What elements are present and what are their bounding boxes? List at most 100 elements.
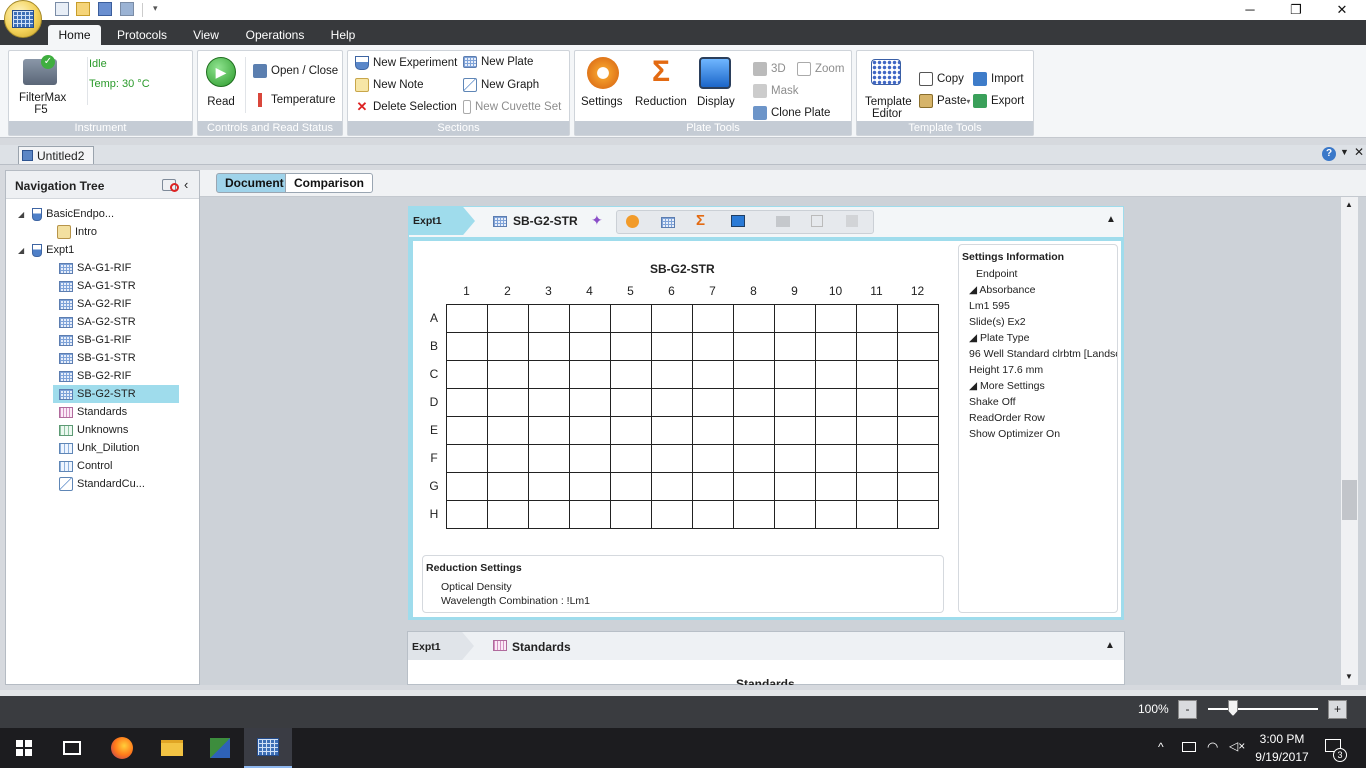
plate-well[interactable]: [528, 444, 570, 473]
wifi-icon[interactable]: ◠: [1207, 739, 1218, 755]
plate-well[interactable]: [774, 416, 816, 445]
mask-icon[interactable]: [776, 216, 790, 227]
plate-well[interactable]: [815, 472, 857, 501]
plate-well[interactable]: [528, 360, 570, 389]
plate-well[interactable]: [897, 416, 939, 445]
plate-well[interactable]: [815, 444, 857, 473]
plate-well[interactable]: [569, 444, 611, 473]
plate-well[interactable]: [569, 332, 611, 361]
plate-well[interactable]: [733, 472, 775, 501]
plate-well[interactable]: [733, 500, 775, 529]
plate-well[interactable]: [733, 444, 775, 473]
plate-well[interactable]: [774, 444, 816, 473]
plate-well[interactable]: [528, 416, 570, 445]
plate-well[interactable]: [528, 500, 570, 529]
display-monitor-icon[interactable]: [699, 57, 731, 89]
plate-well[interactable]: [446, 360, 488, 389]
plate-well[interactable]: [692, 472, 734, 501]
battery-icon[interactable]: [1182, 742, 1196, 752]
settings-button[interactable]: Settings: [581, 96, 623, 108]
plate-well[interactable]: [733, 416, 775, 445]
collapse-section-icon[interactable]: ▲: [1105, 640, 1115, 651]
vertical-scrollbar[interactable]: ▲ ▼: [1341, 197, 1358, 685]
tree-item[interactable]: ◢ BasicEndpo...: [6, 205, 199, 223]
open-close-button[interactable]: Open / Close: [253, 64, 338, 78]
plate-well[interactable]: [487, 304, 529, 333]
plate-well[interactable]: [610, 500, 652, 529]
plate-well[interactable]: [733, 332, 775, 361]
save-as-icon[interactable]: [120, 2, 134, 16]
plate-well[interactable]: [815, 500, 857, 529]
plate-well[interactable]: [815, 304, 857, 333]
plate-well[interactable]: [446, 388, 488, 417]
plate-well[interactable]: [528, 304, 570, 333]
tree-item[interactable]: Intro: [6, 223, 199, 241]
plate-well[interactable]: [569, 416, 611, 445]
plate-well[interactable]: [651, 444, 693, 473]
plate-well[interactable]: [774, 332, 816, 361]
tree-item-selected[interactable]: SB-G2-STR: [53, 385, 179, 403]
plate-section[interactable]: Expt1 SB-G2-STR ✦ Σ ▲ SB-G2-STR 1 2 3 4 …: [408, 206, 1124, 620]
plate-well[interactable]: [528, 472, 570, 501]
plate-well[interactable]: [487, 332, 529, 361]
quick-access-dropdown-icon[interactable]: ▾: [153, 3, 158, 14]
plate-well[interactable]: [487, 444, 529, 473]
plate-well[interactable]: [774, 472, 816, 501]
plate-well[interactable]: [610, 416, 652, 445]
plate-well[interactable]: [897, 444, 939, 473]
file-explorer-icon[interactable]: [148, 728, 196, 768]
tree-item[interactable]: SA-G2-RIF: [6, 295, 199, 313]
scroll-up-icon[interactable]: ▲: [1345, 200, 1353, 209]
firefox-icon[interactable]: [98, 728, 146, 768]
plate-well[interactable]: [856, 472, 898, 501]
zoom-slider-track[interactable]: [1208, 708, 1318, 710]
settings-line[interactable]: ◢ Plate Type: [969, 330, 1117, 346]
paste-button[interactable]: Paste▾: [919, 94, 970, 108]
export-button[interactable]: Export: [973, 94, 1024, 108]
scrollbar-thumb[interactable]: [1342, 480, 1357, 520]
clock-date[interactable]: 9/19/2017: [1252, 750, 1312, 764]
plate-well[interactable]: [569, 304, 611, 333]
tree-item[interactable]: Control: [6, 457, 199, 475]
network-app-icon[interactable]: [196, 728, 244, 768]
plate-well[interactable]: [569, 500, 611, 529]
plate-well[interactable]: [733, 360, 775, 389]
zoom-icon[interactable]: [811, 215, 823, 227]
display-icon[interactable]: [731, 215, 745, 227]
plate-well[interactable]: [446, 500, 488, 529]
app-menu-button[interactable]: [4, 0, 42, 38]
minimize-button[interactable]: ─: [1227, 0, 1273, 20]
temperature-button[interactable]: Temperature: [253, 93, 336, 107]
show-hidden-icons[interactable]: ^: [1158, 740, 1164, 754]
open-folder-icon[interactable]: [76, 2, 90, 16]
sigma-icon[interactable]: Σ: [696, 212, 705, 229]
plate-well[interactable]: [856, 416, 898, 445]
new-experiment-button[interactable]: New Experiment: [355, 56, 457, 70]
task-view-icon[interactable]: [48, 728, 96, 768]
plate-well[interactable]: [446, 304, 488, 333]
plate-well[interactable]: [815, 332, 857, 361]
plate-well[interactable]: [733, 304, 775, 333]
plate-well[interactable]: [446, 332, 488, 361]
collapse-section-icon[interactable]: ▲: [1106, 214, 1116, 225]
plate-well[interactable]: [528, 388, 570, 417]
plate-well[interactable]: [774, 388, 816, 417]
tree-item[interactable]: StandardCu...: [6, 475, 199, 493]
tree-item[interactable]: Unknowns: [6, 421, 199, 439]
plate-well[interactable]: [897, 388, 939, 417]
display-button[interactable]: Display: [697, 96, 735, 108]
plate-well[interactable]: [569, 472, 611, 501]
tree-item[interactable]: SB-G1-STR: [6, 349, 199, 367]
template-editor-label-1[interactable]: Template: [865, 96, 912, 108]
plate-well[interactable]: [487, 388, 529, 417]
document-tab[interactable]: Untitled2: [18, 146, 94, 164]
plate-well[interactable]: [651, 416, 693, 445]
3d-button[interactable]: 3D: [753, 62, 786, 76]
settings-icon[interactable]: [626, 215, 639, 228]
delete-selection-button[interactable]: ✕ Delete Selection: [355, 100, 457, 114]
zoom-in-button[interactable]: +: [1328, 700, 1347, 719]
plate-reader-app-icon[interactable]: [244, 728, 292, 768]
plate-well[interactable]: [856, 444, 898, 473]
plate-well[interactable]: [651, 388, 693, 417]
help-icon[interactable]: ?: [1322, 147, 1336, 161]
